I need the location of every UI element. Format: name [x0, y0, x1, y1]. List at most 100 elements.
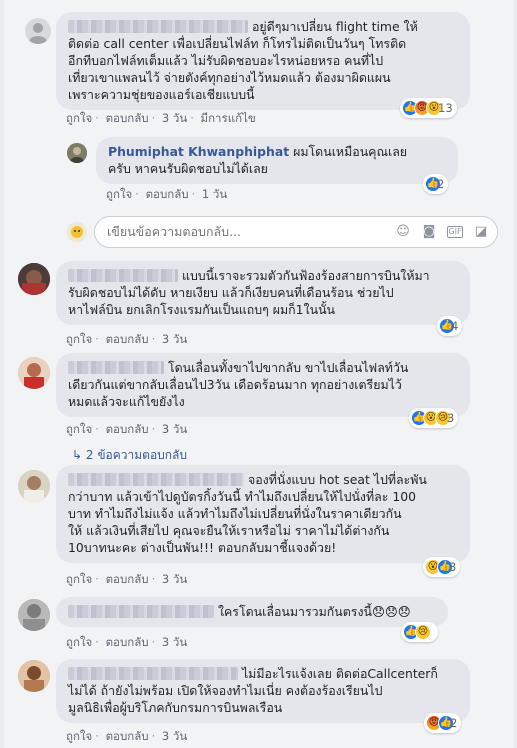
- comment-bubble: แบบนี้เราจะรวมตัวกันฟ้องร้องสายการบินให้…: [56, 261, 470, 325]
- blurred-author-name: [68, 20, 248, 33]
- like-link[interactable]: ถูกใจ: [66, 332, 92, 346]
- reply-link[interactable]: ตอบกลับ: [106, 729, 149, 743]
- comment-actions: ถูกใจ · ตอบกลับ · 3 วัน: [66, 422, 188, 436]
- gif-icon[interactable]: GIF: [447, 226, 463, 238]
- reaction-summary[interactable]: 😡 👍 2: [424, 713, 462, 733]
- reaction-count: 13: [438, 101, 453, 115]
- timestamp[interactable]: 3 วัน: [162, 422, 187, 436]
- profile-photo-icon: [18, 263, 50, 295]
- comment-text-line: ใครโดนเลื่อนมารวมกันตรงนี้😞😞😞: [217, 604, 411, 619]
- comment-text-line: อีกทีบอกไฟล์ทเต็มแล้ว ไม่รับผิดชอบอะไรหน…: [68, 53, 384, 68]
- profile-photo-icon: [18, 357, 50, 389]
- comment-text-line: มูลนิธิเพื่อผู้บริโภคกับกรมการบินพลเรือน: [68, 700, 283, 715]
- comment-bubble: อยู่ดีๆมาเปลี่ยน flight time ให้ ติดต่อ …: [56, 12, 470, 110]
- composer-tools: ☺ ◙ GIF ◪: [395, 224, 489, 240]
- like-link[interactable]: ถูกใจ: [66, 422, 92, 436]
- comment-text-line: โดนเลื่อนทั้งขาไปขากลับ ขาไปเลื่อนไฟลท์ว…: [167, 360, 409, 375]
- blurred-author-name: [68, 269, 178, 282]
- reaction-summary[interactable]: 👍 😢: [401, 622, 438, 642]
- user-avatar-icon: [67, 222, 87, 242]
- blurred-author-name: [68, 605, 214, 618]
- like-link[interactable]: ถูกใจ: [66, 111, 92, 125]
- like-link[interactable]: ถูกใจ: [66, 572, 92, 586]
- camera-icon[interactable]: ◙: [421, 224, 437, 240]
- timestamp[interactable]: 3 วัน: [162, 332, 187, 346]
- comment-text-line: อยู่ดีๆมาเปลี่ยน flight time ให้: [251, 19, 418, 34]
- comment-actions: ถูกใจ · ตอบกลับ · 3 วัน · มีการแก้ไข: [66, 111, 256, 125]
- reply-composer[interactable]: ☺ ◙ GIF ◪: [94, 216, 498, 248]
- comment-text-line: ครับ หาคนรับผิดชอบไม่ได้เลย: [108, 161, 268, 176]
- reply-bubble: Phumiphat Khwanphiphat ผมโดนเหมือนคุณเลย…: [96, 137, 458, 184]
- reply-link[interactable]: ตอบกลับ: [106, 111, 149, 125]
- comment-actions: ถูกใจ · ตอบกลับ · 3 วัน: [66, 729, 188, 743]
- avatar: [67, 222, 87, 242]
- profile-photo-icon: [18, 470, 50, 502]
- comment-text-line: 10บาทนะคะ ต่างเป็นพัน!!! ตอบกลับมาชี้แจง…: [68, 540, 337, 555]
- avatar[interactable]: [25, 18, 51, 44]
- comment-text-line: กว่าบาท แล้วเข้าไปดูบัตรกิ้งวันนี้ ทำไมถ…: [68, 489, 416, 504]
- reply-link[interactable]: ตอบกลับ: [106, 422, 149, 436]
- reaction-count: 3: [447, 411, 455, 425]
- comments-panel: อยู่ดีๆมาเปลี่ยน flight time ให้ ติดต่อ …: [4, 0, 514, 748]
- profile-photo-icon: [67, 143, 87, 163]
- comment-text-line: ติดต่อ call center เพื่อเปลี่ยนไฟล์ท ก็โ…: [68, 36, 407, 51]
- avatar[interactable]: [18, 357, 50, 389]
- comment-actions: ถูกใจ · ตอบกลับ · 3 วัน: [66, 332, 188, 346]
- comment-text-line: รับผิดชอบไม่ได้ดับ หายเงียบ แล้วก็เงียบค…: [68, 285, 394, 300]
- sticker-icon[interactable]: ◪: [473, 224, 489, 240]
- reaction-summary[interactable]: 👍 😡 😮 13: [400, 98, 457, 118]
- reaction-summary[interactable]: 👍 2: [423, 174, 449, 194]
- reply-link[interactable]: ตอบกลับ: [146, 187, 189, 201]
- like-link[interactable]: ถูกใจ: [66, 729, 92, 743]
- reply-input[interactable]: [107, 224, 367, 239]
- avatar[interactable]: [18, 599, 50, 631]
- like-link[interactable]: ถูกใจ: [106, 187, 132, 201]
- timestamp[interactable]: 1 วัน: [202, 187, 227, 201]
- comment-text-line: เดียวกันแต่ขากลับเลื่อนไป3วัน เดือดร้อนม…: [68, 377, 402, 392]
- comment-text-line: เที่ยวเขาแพลนไว้ จ่ายตังค์ทุกอย่างไว้หมด…: [68, 70, 391, 85]
- timestamp[interactable]: 3 วัน: [162, 729, 187, 743]
- comment-text-line: หาไฟล์บิน ยกเลิกโรงแรมกันเป็นแถบๆ ผมก็1ใ…: [68, 302, 336, 317]
- comment-bubble: ไม่มีอะไรแจ้งเลย ติดต่อCallcenterก็ ไม่ไ…: [56, 659, 470, 723]
- comment-text-line: ผมโดนเหมือนคุณเลย: [293, 144, 408, 159]
- avatar[interactable]: [18, 470, 50, 502]
- reaction-summary[interactable]: 👍 4: [437, 316, 463, 336]
- reaction-summary[interactable]: 😮 👍 3: [423, 557, 461, 577]
- reaction-summary[interactable]: 👍 😮 😢 3: [409, 408, 459, 428]
- more-replies-label: 2 ข้อความตอบกลับ: [85, 448, 188, 462]
- comment-bubble: ใครโดนเลื่อนมารวมกันตรงนี้😞😞😞: [56, 597, 448, 627]
- comment-actions: ถูกใจ · ตอบกลับ · 1 วัน: [106, 187, 228, 201]
- reaction-count: 2: [437, 177, 445, 191]
- edited-label[interactable]: มีการแก้ไข: [201, 111, 256, 125]
- default-avatar-icon: [29, 23, 47, 44]
- comment-text-line: เพราะความชุ่ยของแอร์เอเชียแบบนี้: [68, 87, 255, 102]
- reaction-count: 4: [451, 319, 459, 333]
- avatar[interactable]: [67, 143, 87, 163]
- reply-arrow-icon: ↳: [72, 448, 83, 462]
- profile-photo-icon: [18, 660, 50, 692]
- blurred-author-name: [68, 473, 244, 486]
- avatar[interactable]: [18, 660, 50, 692]
- view-more-replies[interactable]: ↳ 2 ข้อความตอบกลับ: [72, 446, 187, 465]
- comment-text-line: จองที่นั่งแบบ hot seat ไปที่ละพัน: [247, 472, 427, 487]
- timestamp[interactable]: 3 วัน: [162, 111, 187, 125]
- sad-reaction-icon: 😢: [415, 624, 431, 640]
- avatar[interactable]: [18, 263, 50, 295]
- timestamp[interactable]: 3 วัน: [162, 572, 187, 586]
- comment-text-line: ไม่มีอะไรแจ้งเลย ติดต่อCallcenterก็: [241, 666, 438, 681]
- comment-bubble: โดนเลื่อนทั้งขาไปขากลับ ขาไปเลื่อนไฟลท์ว…: [56, 353, 470, 417]
- reply-link[interactable]: ตอบกลับ: [106, 572, 149, 586]
- reply-link[interactable]: ตอบกลับ: [106, 332, 149, 346]
- reply-link[interactable]: ตอบกลับ: [106, 635, 149, 649]
- comment-bubble: จองที่นั่งแบบ hot seat ไปที่ละพัน กว่าบา…: [56, 465, 470, 563]
- comment-text-line: ให้ แล้วเงินที่เสียไป คุณจะยืนให้เราหรือ…: [68, 523, 390, 538]
- emoji-icon[interactable]: ☺: [395, 224, 411, 240]
- timestamp[interactable]: 3 วัน: [162, 635, 187, 649]
- blurred-author-name: [68, 667, 238, 680]
- comment-author[interactable]: Phumiphat Khwanphiphat: [108, 144, 289, 159]
- reaction-count: 3: [449, 560, 457, 574]
- blurred-author-name: [68, 361, 164, 374]
- like-link[interactable]: ถูกใจ: [66, 635, 92, 649]
- comment-text-line: หมดแล้วจะแก้ไขยังไง: [68, 394, 185, 409]
- comment-actions: ถูกใจ · ตอบกลับ · 3 วัน: [66, 572, 188, 586]
